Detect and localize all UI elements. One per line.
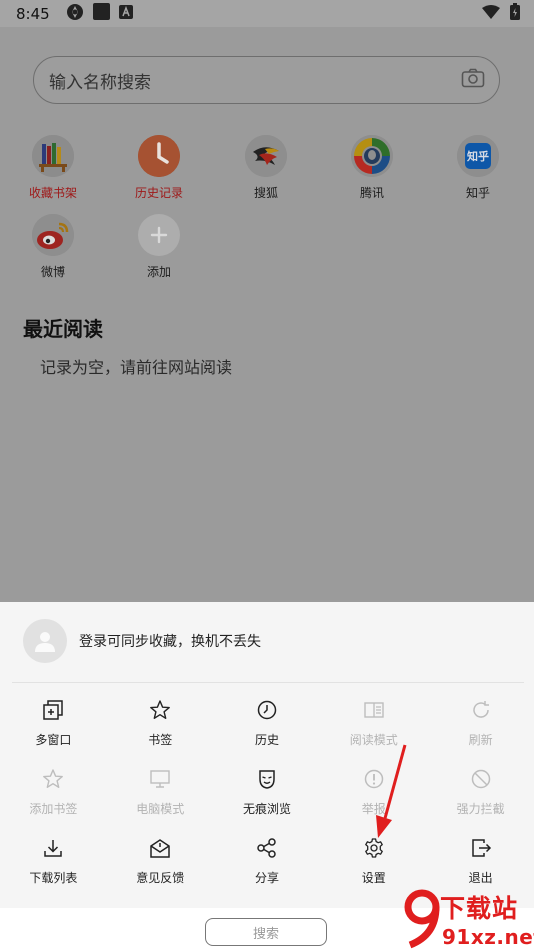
watermark-91-mark — [404, 889, 440, 949]
watermark-logo: 下载站 91xz.net — [404, 885, 534, 950]
pointer-arrow — [376, 744, 407, 838]
watermark-url: 91xz.net — [442, 925, 534, 949]
watermark-title: 下载站 — [440, 894, 519, 923]
